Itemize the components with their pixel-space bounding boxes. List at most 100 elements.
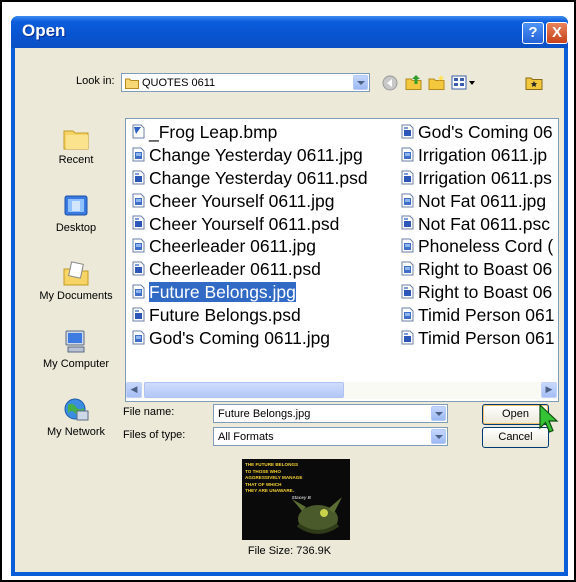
file-name-text: Change Yesterday 0611.jpg [149, 144, 363, 165]
place-label: My Documents [39, 290, 113, 302]
chevron-down-icon[interactable] [353, 75, 368, 90]
psd-file-icon [132, 215, 145, 230]
file-item[interactable]: God's Coming 06 [401, 121, 555, 144]
file-name-text: Cheer Yourself 0611.jpg [149, 190, 335, 211]
my-documents-icon [63, 261, 89, 286]
dialog-title: Open [22, 21, 66, 40]
my-network-icon [64, 398, 89, 421]
file-name-text: Phoneless Cord ( [418, 236, 554, 257]
file-name-text: Not Fat 0611.jpg [418, 190, 547, 211]
favorites-folder-icon[interactable] [525, 74, 543, 96]
file-item[interactable]: Phoneless Cord ( [401, 235, 555, 258]
jpg-file-icon [132, 238, 145, 253]
file-name-text: God's Coming 06 [418, 122, 553, 142]
file-name-text: Right to Boast 06 [418, 282, 553, 303]
file-item[interactable]: Future Belongs.psd [132, 304, 368, 327]
place-my-documents[interactable]: My Documents [36, 261, 116, 302]
file-name-text: _Frog Leap.bmp [149, 122, 278, 142]
file-name-value: Future Belongs.jpg [218, 408, 311, 420]
scroll-right-icon[interactable]: ▶ [541, 382, 557, 398]
file-name-text: Future Belongs.jpg [148, 281, 297, 304]
psd-file-icon [401, 170, 414, 185]
file-item[interactable]: Irrigation 0611.jp [401, 144, 555, 167]
recent-icon [63, 130, 89, 150]
file-item[interactable]: Timid Person 061 [401, 327, 555, 350]
place-desktop[interactable]: Desktop [36, 193, 116, 234]
files-of-type-select[interactable]: All Formats [213, 427, 448, 446]
jpg-file-icon [132, 147, 145, 162]
file-name-text: Cheer Yourself 0611.psd [149, 213, 340, 234]
psd-file-icon [401, 215, 414, 230]
places-bar: Recent Desktop My Documents My Computer … [36, 118, 116, 450]
place-label: Recent [58, 154, 94, 166]
file-item[interactable]: Right to Boast 06 [401, 281, 555, 304]
new-folder-icon[interactable] [428, 74, 446, 96]
title-bar[interactable]: Open ? X [11, 16, 568, 48]
file-name-text: Change Yesterday 0611.psd [149, 167, 368, 188]
place-recent[interactable]: Recent [36, 125, 116, 166]
file-item[interactable]: Irrigation 0611.ps [401, 167, 555, 190]
file-name-text: Future Belongs.psd [149, 305, 301, 326]
chevron-down-icon[interactable] [431, 406, 446, 421]
file-name-text: Right to Boast 06 [418, 259, 553, 280]
file-item[interactable]: Not Fat 0611.psc [401, 213, 555, 236]
file-item[interactable]: Change Yesterday 0611.psd [132, 167, 368, 190]
horizontal-scrollbar[interactable]: ◀ ▶ [126, 382, 557, 399]
bmp-file-icon [132, 124, 145, 139]
file-name-input[interactable]: Future Belongs.jpg [213, 404, 448, 423]
file-list-column-2: God's Coming 06 Irrigation 0611.jp Irrigat… [401, 121, 555, 350]
scroll-left-icon[interactable]: ◀ [126, 382, 142, 398]
jpg-file-icon [132, 284, 145, 299]
open-dialog: Open ? X Look in: QUOTES 0611 Recent Des… [11, 16, 568, 576]
back-icon[interactable] [382, 75, 398, 95]
psd-file-icon [401, 330, 414, 345]
help-button[interactable]: ? [522, 22, 544, 44]
files-of-type-value: All Formats [218, 431, 274, 443]
place-label: My Computer [42, 358, 110, 370]
close-button[interactable]: X [546, 22, 568, 44]
screenshot-frame: Open ? X Look in: QUOTES 0611 Recent Des… [0, 0, 576, 582]
jpg-file-icon [401, 261, 414, 276]
file-list[interactable]: _Frog Leap.bmp Change Yesterday 0611.jpg C… [125, 118, 559, 402]
file-item[interactable]: Change Yesterday 0611.jpg [132, 144, 368, 167]
folder-icon [125, 77, 139, 92]
place-my-computer[interactable]: My Computer [36, 329, 116, 370]
jpg-file-icon [132, 330, 145, 345]
scrollbar-thumb[interactable] [144, 382, 344, 398]
dialog-body: Look in: QUOTES 0611 Recent Desktop My D… [15, 48, 564, 572]
cursor-icon [539, 403, 561, 438]
file-item[interactable]: Right to Boast 06 [401, 258, 555, 281]
file-item[interactable]: God's Coming 0611.jpg [132, 327, 368, 350]
jpg-file-icon [401, 147, 414, 162]
psd-file-icon [132, 307, 145, 322]
file-list-column-1: _Frog Leap.bmp Change Yesterday 0611.jpg C… [132, 121, 368, 350]
psd-file-icon [132, 170, 145, 185]
psd-file-icon [401, 284, 414, 299]
desktop-icon [64, 195, 88, 216]
look-in-combo[interactable]: QUOTES 0611 [121, 73, 370, 92]
file-name-text: Timid Person 061 [418, 328, 555, 349]
file-item[interactable]: _Frog Leap.bmp [132, 121, 368, 144]
file-name-label: File name: [123, 406, 175, 418]
files-of-type-label: Files of type: [123, 429, 186, 441]
file-item[interactable]: Cheerleader 0611.jpg [132, 235, 368, 258]
jpg-file-icon [132, 193, 145, 208]
chevron-down-icon[interactable] [431, 429, 446, 444]
file-item-selected[interactable]: Future Belongs.jpg [132, 281, 368, 304]
file-name-text: Irrigation 0611.jp [418, 144, 548, 165]
place-my-network[interactable]: My Network [36, 397, 116, 438]
look-in-label: Look in: [76, 75, 115, 87]
jpg-file-icon [401, 238, 414, 253]
view-menu-icon[interactable] [451, 75, 477, 95]
file-name-text: Cheerleader 0611.jpg [149, 236, 317, 257]
file-item[interactable]: Cheerleader 0611.psd [132, 258, 368, 281]
up-folder-icon[interactable] [405, 74, 423, 96]
place-label: Desktop [55, 222, 97, 234]
look-in-value: QUOTES 0611 [142, 77, 216, 89]
file-item[interactable]: Timid Person 061 [401, 304, 555, 327]
file-item[interactable]: Cheer Yourself 0611.jpg [132, 190, 368, 213]
file-name-text: Timid Person 061 [418, 305, 555, 326]
file-item[interactable]: Cheer Yourself 0611.psd [132, 213, 368, 236]
file-item[interactable]: Not Fat 0611.jpg [401, 190, 555, 213]
preview-creature-illustration [292, 497, 342, 534]
